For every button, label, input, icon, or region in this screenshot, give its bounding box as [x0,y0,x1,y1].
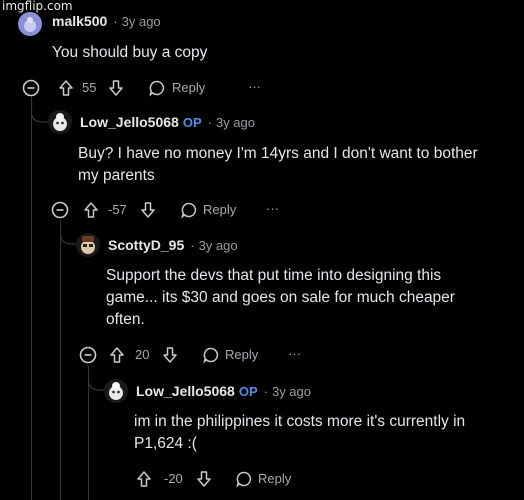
vote-score: 20 [135,347,150,362]
reply-bubble-icon[interactable] [148,79,166,97]
comment-text-line: often. [106,311,145,328]
comment-body: im in the philippines it costs more it's… [134,411,465,455]
more-options-icon[interactable]: ··· [248,79,261,94]
avatar[interactable] [48,110,72,134]
thread-line [31,96,32,500]
meta-separator: · [207,115,212,130]
upvote-arrow-icon[interactable] [109,346,125,364]
avatar[interactable] [18,12,42,36]
snoo-avatar-icon [81,236,95,254]
snoo-avatar-icon [24,17,36,32]
collapse-thread-icon[interactable] [79,346,97,364]
comment-age: 3y ago [271,384,312,399]
username[interactable]: malk500 [52,13,107,29]
username[interactable]: ScottyD_95 [108,237,184,253]
vote-score: -57 [108,202,127,217]
snoo-avatar-icon [109,382,123,400]
username[interactable]: Low_Jello5068 [136,383,235,399]
comment-text-line: Support the devs that put time into desi… [106,267,442,284]
comment-actions: 20 Reply ··· [79,346,379,366]
comment-header: Low_Jello5068 OP · 3y ago [80,114,255,130]
reply-button[interactable]: Reply [203,202,236,217]
reply-bubble-icon[interactable] [202,346,220,364]
avatar[interactable] [104,379,128,403]
upvote-arrow-icon[interactable] [83,201,99,219]
comment-age: 3y ago [215,115,256,130]
collapse-thread-icon[interactable] [51,201,69,219]
comment-actions: -20 Reply [136,470,436,490]
comment-actions: -57 Reply ··· [51,201,351,221]
comment-text-line: my parents [78,167,155,184]
vote-score: -20 [164,471,183,486]
upvote-arrow-icon[interactable] [58,79,74,97]
comment-age: 3y ago [121,14,161,29]
username[interactable]: Low_Jello5068 [80,114,179,130]
op-badge: OP [238,384,258,399]
comment-body: Buy? I have no money I'm 14yrs and I don… [78,143,478,187]
op-badge: OP [182,115,202,130]
upvote-arrow-icon[interactable] [136,470,152,488]
meta-separator: · [263,384,268,399]
downvote-arrow-icon[interactable] [162,346,178,364]
comment-body: Support the devs that put time into desi… [106,265,455,331]
thread-line [60,220,61,500]
reply-button[interactable]: Reply [258,471,291,486]
reply-bubble-icon[interactable] [235,470,253,488]
comment-header: ScottyD_95 · 3y ago [108,237,238,253]
comment-age: 3y ago [198,238,238,253]
comment-text-line: Buy? I have no money I'm 14yrs and I don… [78,145,478,162]
comment-text-line: game... its $30 and goes on sale for muc… [106,289,455,306]
reply-bubble-icon[interactable] [180,201,198,219]
collapse-thread-icon[interactable] [22,79,40,97]
comment-actions: 55 Reply ··· [22,79,322,99]
comment-header: Low_Jello5068 OP · 3y ago [136,383,311,399]
snoo-avatar-icon [53,113,67,131]
comment-text-line: You should buy a copy [52,44,208,61]
avatar[interactable] [76,233,100,257]
downvote-arrow-icon[interactable] [140,201,156,219]
imgflip-watermark: imgflip.com [2,0,73,13]
comment-text-line: P1,624 :( [134,435,197,452]
reply-button[interactable]: Reply [172,80,205,95]
downvote-arrow-icon[interactable] [108,79,124,97]
reply-button[interactable]: Reply [225,347,258,362]
more-options-icon[interactable]: ··· [266,201,279,216]
vote-score: 55 [82,80,97,95]
comment-text-line: im in the philippines it costs more it's… [134,413,466,430]
meta-separator: · [190,238,195,253]
comment-header: malk500 · 3y ago [52,13,161,29]
comment-body: You should buy a copy [52,42,207,64]
meta-separator: · [113,14,118,29]
downvote-arrow-icon[interactable] [196,470,212,488]
more-options-icon[interactable]: ··· [288,346,301,361]
